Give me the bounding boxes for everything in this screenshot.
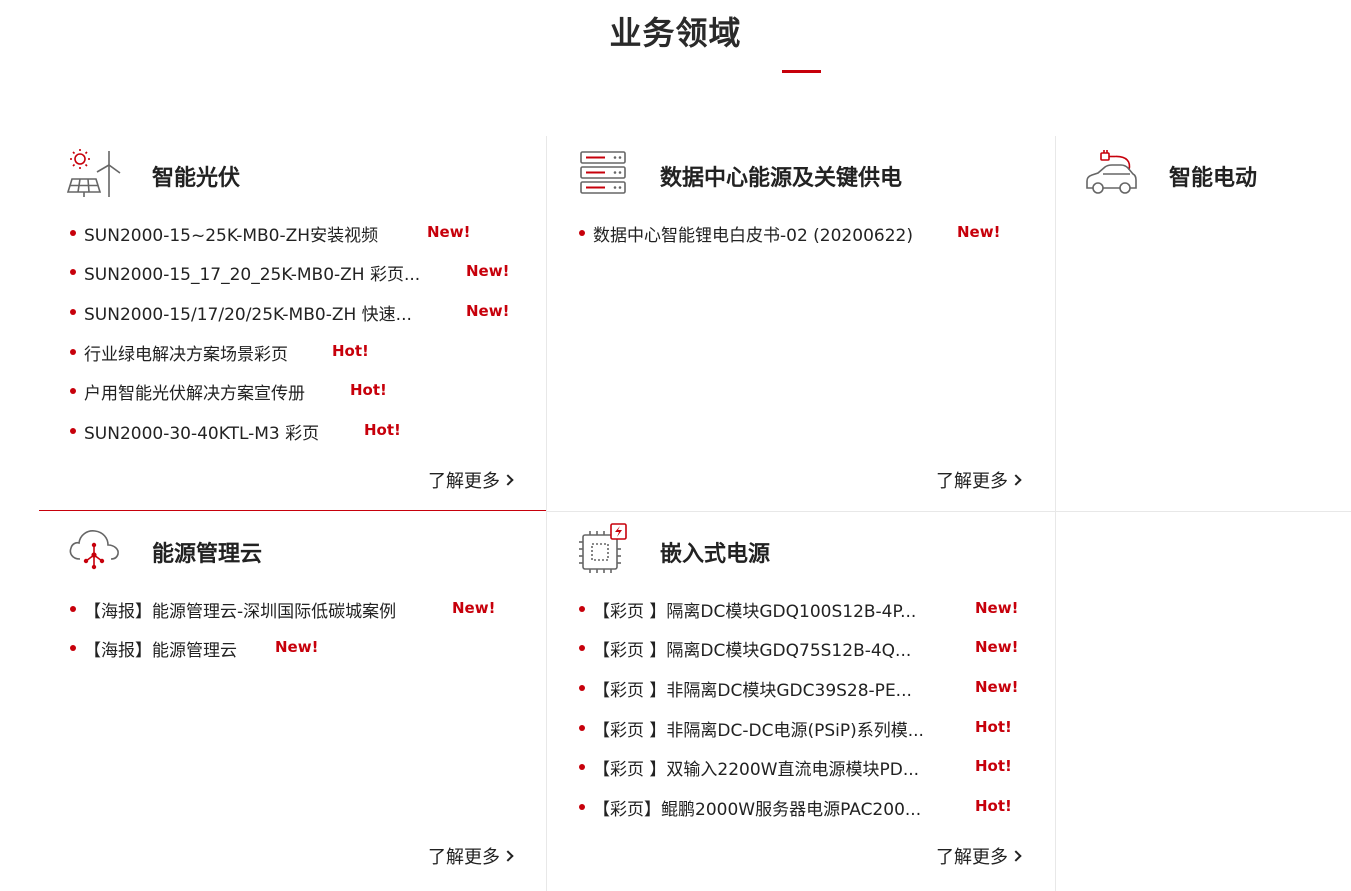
- new-badge: New!: [975, 599, 1019, 617]
- list-item[interactable]: SUN2000-30-40KTL-M3 彩页: [70, 418, 355, 444]
- new-badge: New!: [466, 262, 510, 280]
- list-item[interactable]: 【海报】能源管理云-深圳国际低碳城案例: [70, 596, 435, 622]
- bullet: [579, 804, 585, 810]
- item-text: 【彩页 】非隔离DC-DC电源(PSiP)系列模...: [593, 720, 924, 741]
- bullet: [579, 230, 585, 236]
- list-item[interactable]: 【彩页 】隔离DC模块GDQ75S12B-4Q...: [579, 635, 949, 661]
- hot-badge: Hot!: [332, 342, 369, 360]
- list-item[interactable]: 【彩页 】隔离DC模块GDQ100S12B-4P...: [579, 596, 949, 622]
- card-title[interactable]: 能源管理云: [152, 536, 262, 568]
- chevron-right-icon: [502, 850, 514, 862]
- grid-divider: [546, 136, 547, 891]
- more-label: 了解更多: [428, 471, 500, 492]
- new-badge: New!: [427, 223, 471, 241]
- item-text: 【彩页 】双输入2200W直流电源模块PD...: [593, 759, 920, 780]
- more-label: 了解更多: [428, 847, 500, 868]
- list-item[interactable]: 数据中心智能锂电白皮书-02 (20200622): [579, 220, 944, 246]
- new-badge: New!: [975, 638, 1019, 656]
- new-badge: New!: [452, 599, 496, 617]
- hot-badge: Hot!: [975, 757, 1012, 775]
- bullet: [70, 606, 76, 612]
- new-badge: New!: [975, 678, 1019, 696]
- grid-divider: [1055, 136, 1056, 891]
- item-text: SUN2000-15~25K-MB0-ZH安装视频: [84, 225, 379, 246]
- bullet: [70, 349, 76, 355]
- item-text: 【彩页 】非隔离DC模块GDC39S28-PE...: [593, 680, 912, 701]
- grid-divider: [546, 511, 1351, 512]
- hot-badge: Hot!: [364, 421, 401, 439]
- new-badge: New!: [466, 302, 510, 320]
- item-text: 户用智能光伏解决方案宣传册: [84, 383, 305, 404]
- card-title[interactable]: 嵌入式电源: [660, 536, 770, 568]
- electric-car-icon: [1086, 150, 1137, 194]
- list-item[interactable]: 【彩页 】非隔离DC模块GDC39S28-PE...: [579, 675, 949, 701]
- item-text: 【海报】能源管理云-深圳国际低碳城案例: [84, 601, 397, 622]
- title-underline: [782, 70, 821, 73]
- hot-badge: Hot!: [975, 718, 1012, 736]
- list-item[interactable]: 【彩页 】双输入2200W直流电源模块PD...: [579, 754, 954, 780]
- list-item[interactable]: SUN2000-15~25K-MB0-ZH安装视频: [70, 220, 410, 246]
- page-title: 业务领域: [609, 14, 742, 52]
- bullet: [579, 645, 585, 651]
- bullet: [70, 428, 76, 434]
- more-link[interactable]: 了解更多: [428, 843, 514, 869]
- bullet: [70, 388, 76, 394]
- solar-wind-icon: [66, 149, 121, 197]
- new-badge: New!: [957, 223, 1001, 241]
- server-rack-icon: [580, 151, 626, 194]
- bullet: [70, 269, 76, 275]
- chip-power-icon: [579, 523, 627, 573]
- bullet: [70, 230, 76, 236]
- bullet: [579, 725, 585, 731]
- list-item[interactable]: 【彩页】鲲鹏2000W服务器电源PAC200...: [579, 794, 954, 820]
- more-link[interactable]: 了解更多: [936, 843, 1022, 869]
- bullet: [70, 309, 76, 315]
- list-item[interactable]: 【彩页 】非隔离DC-DC电源(PSiP)系列模...: [579, 715, 959, 741]
- list-item[interactable]: 行业绿电解决方案场景彩页: [70, 339, 320, 365]
- item-text: 行业绿电解决方案场景彩页: [84, 344, 288, 365]
- hot-badge: Hot!: [975, 797, 1012, 815]
- new-badge: New!: [275, 638, 319, 656]
- item-text: 【彩页 】隔离DC模块GDQ100S12B-4P...: [593, 601, 917, 622]
- cloud-network-icon: [69, 530, 119, 570]
- list-item[interactable]: SUN2000-15/17/20/25K-MB0-ZH 快速...: [70, 299, 450, 325]
- list-item[interactable]: 【海报】能源管理云: [70, 635, 260, 661]
- card-title[interactable]: 智能光伏: [152, 160, 240, 192]
- bullet: [70, 645, 76, 651]
- chevron-right-icon: [1010, 850, 1022, 862]
- more-label: 了解更多: [936, 847, 1008, 868]
- list-item[interactable]: SUN2000-15_17_20_25K-MB0-ZH 彩页...: [70, 259, 450, 285]
- card-title[interactable]: 数据中心能源及关键供电: [660, 160, 902, 192]
- item-text: 数据中心智能锂电白皮书-02 (20200622): [593, 225, 913, 246]
- hot-badge: Hot!: [350, 381, 387, 399]
- item-text: 【海报】能源管理云: [84, 640, 237, 661]
- more-link[interactable]: 了解更多: [428, 467, 514, 493]
- chevron-right-icon: [1010, 474, 1022, 486]
- more-link[interactable]: 了解更多: [936, 467, 1022, 493]
- bullet: [579, 685, 585, 691]
- card-title[interactable]: 智能电动: [1169, 160, 1257, 192]
- item-text: SUN2000-15_17_20_25K-MB0-ZH 彩页...: [84, 264, 421, 285]
- item-text: 【彩页 】隔离DC模块GDQ75S12B-4Q...: [593, 640, 912, 661]
- active-card-indicator: [39, 510, 546, 511]
- list-item[interactable]: 户用智能光伏解决方案宣传册: [70, 378, 340, 404]
- bullet: [579, 606, 585, 612]
- item-text: SUN2000-15/17/20/25K-MB0-ZH 快速...: [84, 304, 412, 325]
- chevron-right-icon: [502, 474, 514, 486]
- item-text: 【彩页】鲲鹏2000W服务器电源PAC200...: [593, 799, 922, 820]
- item-text: SUN2000-30-40KTL-M3 彩页: [84, 423, 320, 444]
- more-label: 了解更多: [936, 471, 1008, 492]
- bullet: [579, 764, 585, 770]
